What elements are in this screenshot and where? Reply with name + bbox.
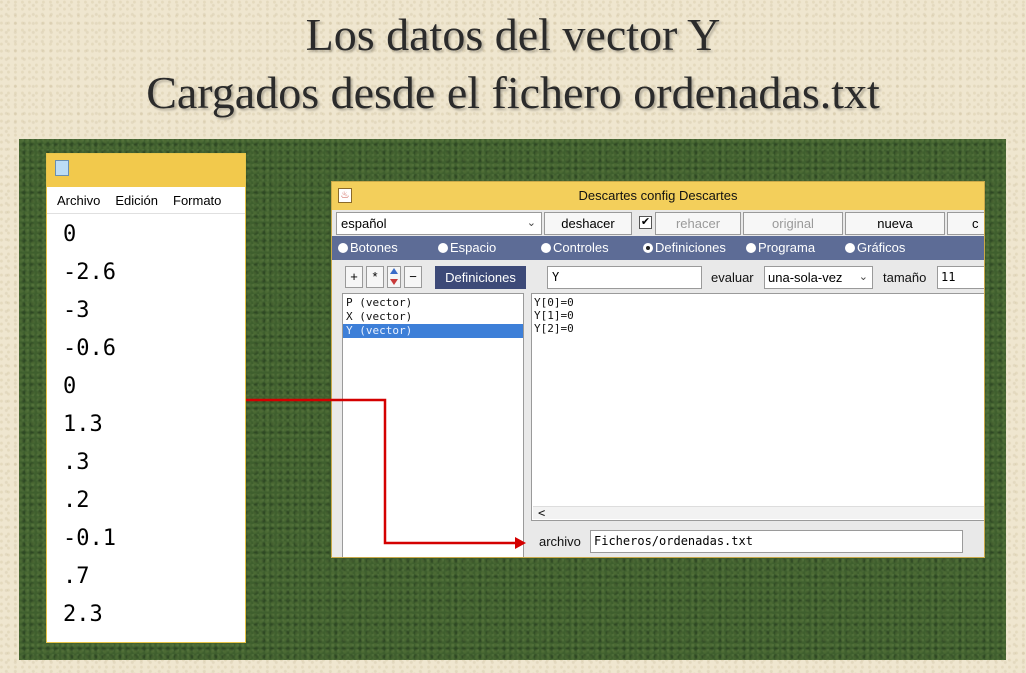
list-item[interactable]: X (vector) (343, 310, 523, 324)
notepad-titlebar[interactable] (47, 154, 245, 187)
list-item[interactable]: P (vector) (343, 296, 523, 310)
radio-icon (541, 243, 551, 253)
definitions-list[interactable]: P (vector) X (vector) Y (vector) (342, 293, 524, 557)
tab-controles[interactable]: Controles (541, 236, 609, 260)
cut-off-button[interactable]: c (947, 212, 984, 235)
chevron-down-icon: ⌄ (526, 217, 536, 229)
java-app-icon: ♨ (338, 188, 352, 203)
original-button[interactable]: original (743, 212, 843, 235)
file-row: archivo Ficheros/ordenadas.txt (531, 525, 984, 557)
duplicate-button[interactable]: * (366, 266, 384, 288)
evaluate-select[interactable]: una-sola-vez ⌄ (764, 266, 873, 289)
tab-definiciones[interactable]: Definiciones (643, 236, 726, 260)
size-label: tamaño (883, 270, 927, 285)
vector-values-textarea[interactable]: Y[0]=0 Y[1]=0 Y[2]=0 < (531, 293, 984, 521)
tab-label: Espacio (450, 240, 497, 255)
tab-label: Definiciones (655, 240, 726, 255)
text-line: .3 (63, 450, 90, 475)
menu-archivo[interactable]: Archivo (57, 193, 100, 208)
descartes-config-window: ♨ Descartes config Descartes español ⌄ d… (331, 181, 985, 558)
tab-label: Gráficos (857, 240, 906, 255)
radio-icon (845, 243, 855, 253)
file-path-field[interactable]: Ficheros/ordenadas.txt (590, 530, 963, 553)
scroll-left-icon[interactable]: < (538, 506, 545, 520)
text-line: 0 (63, 222, 77, 247)
menu-edicion[interactable]: Edición (115, 193, 158, 208)
size-field[interactable]: 11 (937, 266, 984, 289)
tab-label: Programa (758, 240, 816, 255)
horizontal-scrollbar[interactable]: < (533, 506, 984, 520)
section-tabs: Botones Espacio Controles Definiciones P… (332, 236, 984, 260)
tab-programa[interactable]: Programa (746, 236, 815, 260)
radio-icon (746, 243, 756, 253)
checkbox-icon[interactable]: ✔ (639, 216, 652, 229)
evaluate-label: evaluar (711, 270, 754, 285)
definitions-panel: + * − Definiciones P (vector) X (vector)… (342, 266, 526, 557)
definitions-label: Definiciones (435, 266, 526, 289)
tab-label: Botones (350, 240, 398, 255)
definition-editor: Y evaluar una-sola-vez ⌄ tamaño 11 Y[0]=… (531, 266, 984, 557)
undo-button[interactable]: deshacer (544, 212, 632, 235)
slide-title-line-2: Cargados desde el fichero ordenadas.txt (146, 67, 880, 118)
text-line: -0.1 (63, 526, 116, 551)
list-item-selected[interactable]: Y (vector) (343, 324, 523, 338)
remove-button[interactable]: − (404, 266, 422, 288)
text-line: -3 (63, 298, 90, 323)
notepad-text-area[interactable]: 0 -2.6 -3 -0.6 0 1.3 .3 .2 -0.1 .7 2.3 (47, 214, 245, 634)
language-value: español (341, 216, 387, 231)
add-button[interactable]: + (345, 266, 363, 288)
value-line: Y[2]=0 (534, 322, 574, 335)
value-line: Y[0]=0 (534, 296, 574, 309)
move-updown-icon[interactable] (387, 266, 401, 288)
text-line: 2.3 (63, 602, 103, 627)
text-line: .2 (63, 488, 90, 513)
tab-botones[interactable]: Botones (338, 236, 398, 260)
descartes-titlebar[interactable]: ♨ Descartes config Descartes (332, 182, 984, 210)
evaluate-value: una-sola-vez (768, 270, 843, 285)
new-button[interactable]: nueva (845, 212, 945, 235)
redo-button[interactable]: rehacer (655, 212, 741, 235)
notepad-window: Archivo Edición Formato 0 -2.6 -3 -0.6 0… (46, 153, 246, 643)
slide-title-line-1: Los datos del vector Y (305, 9, 721, 60)
radio-selected-icon (643, 243, 653, 253)
window-title: Descartes config Descartes (578, 188, 738, 203)
radio-icon (438, 243, 448, 253)
chevron-down-icon: ⌄ (858, 271, 868, 283)
text-line: -0.6 (63, 336, 116, 361)
text-line: 0 (63, 374, 77, 399)
file-label: archivo (539, 534, 581, 549)
language-select[interactable]: español ⌄ (336, 212, 542, 235)
tab-graficos[interactable]: Gráficos (845, 236, 905, 260)
value-line: Y[1]=0 (534, 309, 574, 322)
text-line: -2.6 (63, 260, 116, 285)
notepad-menubar: Archivo Edición Formato (47, 187, 245, 214)
descartes-toolbar: español ⌄ deshacer ✔ rehacer original nu… (332, 212, 984, 235)
tab-espacio[interactable]: Espacio (438, 236, 496, 260)
tab-label: Controles (553, 240, 609, 255)
notepad-icon (55, 160, 69, 176)
text-line: .7 (63, 564, 90, 589)
name-field[interactable]: Y (547, 266, 702, 289)
text-line: 1.3 (63, 412, 103, 437)
menu-formato[interactable]: Formato (173, 193, 221, 208)
radio-icon (338, 243, 348, 253)
